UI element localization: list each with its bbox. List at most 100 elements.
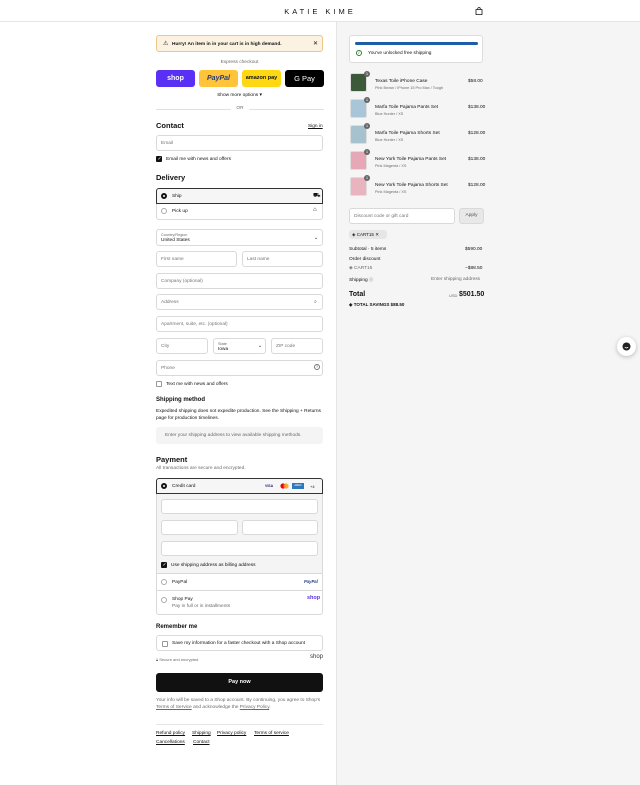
discount-value: −$88.50 [465,266,483,271]
remember-box[interactable]: Save my information for a faster checkou… [156,635,323,651]
billing-same-checkbox[interactable] [161,562,167,568]
show-more-label: Show more options [217,93,259,98]
secure-note: 🔒︎ Secure and encrypted [156,657,198,662]
paypal-option[interactable]: PayPal PayPal [156,574,323,591]
shop-pay-label: Shop Pay [172,597,193,602]
store-icon: ⌂ [313,207,317,213]
shop-pay-option[interactable]: Shop Pay Pay in full or in installments … [156,591,323,615]
or-divider: OR [236,106,244,111]
remember-checkbox[interactable] [162,640,168,647]
product-variant: Pink Magenta / XS [375,163,407,168]
paypal-logo: PayPal [304,579,318,584]
product-price: $58.00 [468,79,483,84]
terms-of-service-link[interactable]: Terms of service [254,731,289,736]
product-name: New York Toile Pajama Shorts Set [375,183,448,188]
company-field[interactable]: Company (optional) [156,273,323,289]
paypal-radio[interactable] [161,579,167,585]
sign-in-link[interactable]: Sign in [308,124,323,129]
free-shipping-text: You've unlocked free shipping [368,51,432,56]
card-number-field[interactable] [161,499,318,514]
search-icon: ⌕ [314,299,317,305]
card-cvv-field[interactable] [242,520,318,535]
amex-icon: AMEX [292,483,304,489]
quantity-badge: 1 [364,175,370,181]
secure-label: Secure and encrypted [159,657,199,662]
check-circle-icon: ✓ [356,50,362,56]
shop-pay-button[interactable]: shop [156,70,195,87]
pickup-option[interactable]: Pick up ⌂ [156,204,323,220]
discount-code-field[interactable]: Discount code or gift card [349,208,455,224]
last-name-field[interactable]: Last name [242,251,323,267]
mastercard-icon [280,483,289,489]
free-shipping-progress-fill [355,42,478,45]
ship-radio[interactable] [161,193,167,199]
footer-divider [156,724,323,725]
credit-card-option[interactable]: Credit card VISA AMEX +4 [156,478,323,494]
line-item: 1 New York Toile Pajama Pants Set Pink M… [349,149,486,172]
zip-field[interactable]: ZIP code [271,338,323,354]
bag-icon[interactable] [475,7,483,15]
ship-option[interactable]: Ship ⛟ [156,188,323,204]
divider-right [249,109,324,110]
country-select[interactable]: Country/Region United States ⌄ [156,229,323,246]
brand-logo[interactable]: KATIE KIME [0,7,640,16]
legal-middle: and acknowledge the [193,705,239,710]
card-name-field[interactable] [161,541,318,556]
address-field[interactable]: Address ⌕ [156,294,323,310]
google-pay-button[interactable]: G Pay [285,70,324,87]
email-field[interactable]: Email [156,135,323,151]
help-icon[interactable]: ⓘ [369,277,373,282]
product-price: $138.00 [468,157,486,162]
product-name: Marfa Toile Pajama Shorts Set [375,131,440,136]
product-variant: Blue Hunter / XS [375,111,404,116]
card-form-area: Use shipping address as billing address [156,494,323,574]
credit-card-radio[interactable] [161,483,167,489]
card-expiry-field[interactable] [161,520,238,535]
quantity-badge: 1 [364,97,370,103]
shipping-note: Expedited shipping does not expedite pro… [156,409,321,421]
close-icon[interactable]: ✕ [313,40,318,47]
cancellations-link[interactable]: Cancellations [156,740,185,745]
text-news-checkbox[interactable] [156,381,162,387]
terms-link[interactable]: Terms of Service [156,705,192,710]
amazon-pay-button[interactable]: amazon pay [242,70,281,87]
show-more-options[interactable]: Show more options ▾ [156,93,323,98]
paypal-label: PayPal [172,580,188,585]
first-name-field[interactable]: First name [156,251,237,267]
billing-same-label: Use shipping address as billing address [171,563,256,568]
discount-code: CART15 [354,266,373,271]
address-placeholder: Address [161,300,179,305]
contact-link[interactable]: Contact [193,740,210,745]
state-select[interactable]: State Iowa ⌄ [213,338,266,354]
contact-title: Contact [156,121,184,130]
pay-now-button[interactable]: Pay now [156,673,323,692]
remove-icon[interactable]: ✕ [375,232,379,237]
chevron-down-icon: ▾ [259,93,262,98]
refund-policy-link[interactable]: Refund policy [156,731,185,736]
shipping-line: Shipping ⓘ [349,277,373,283]
truck-icon: ⛟ [313,193,321,199]
apply-button[interactable]: Apply [459,208,484,224]
shipping-link[interactable]: Shipping [192,731,211,736]
shop-pay-logo: shop [307,595,321,601]
city-field[interactable]: City [156,338,208,354]
paypal-button[interactable]: PayPal [199,70,238,87]
phone-field[interactable]: Phone ? [156,360,323,376]
line-item: 1 Marfa Toile Pajama Shorts Set Blue Hun… [349,123,485,146]
free-shipping-progress-track [355,42,478,45]
free-shipping-box: ✓ You've unlocked free shipping [349,35,483,63]
shop-pay-radio[interactable] [161,597,167,603]
privacy-link[interactable]: Privacy Policy [240,705,270,710]
legal-prefix: Your info will be saved to a Shop accoun… [156,698,321,703]
warning-icon: ⚠ [163,41,169,47]
phone-placeholder: Phone [161,366,175,371]
shipping-methods-placeholder: Enter your shipping address to view avai… [156,427,323,444]
country-label: Country/Region [161,232,188,237]
privacy-policy-link[interactable]: Privacy policy [217,731,246,736]
pickup-radio[interactable] [161,208,167,214]
email-news-checkbox[interactable] [156,156,162,162]
discount-chip[interactable]: ◈ CART15 ✕ [349,230,387,239]
chat-button[interactable] [617,337,636,356]
apartment-field[interactable]: Apartment, suite, etc. (optional) [156,316,323,332]
total-label: Total [349,291,366,298]
